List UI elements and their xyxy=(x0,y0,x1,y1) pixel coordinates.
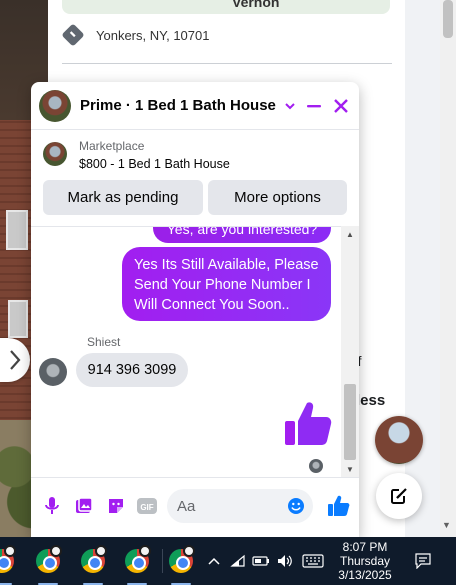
sticker-button[interactable] xyxy=(105,495,127,517)
chevron-down-icon[interactable] xyxy=(284,100,296,112)
close-button[interactable] xyxy=(331,96,351,116)
notification-center-button[interactable] xyxy=(413,551,433,571)
taskbar: 8:07 PM Thursday 3/13/2025 xyxy=(0,537,456,585)
profile-icon xyxy=(139,545,151,557)
chevron-up-icon xyxy=(208,557,220,565)
image-icon xyxy=(76,497,93,513)
location-row: Yonkers, NY, 10701 xyxy=(61,23,210,47)
attach-media-button[interactable] xyxy=(73,495,95,517)
divider xyxy=(62,63,392,64)
marketplace-label: Marketplace xyxy=(79,139,145,153)
wifi-icon xyxy=(230,554,245,567)
profile-icon xyxy=(183,545,195,557)
message-thread: Yes, are you interested? Yes Its Still A… xyxy=(31,226,341,477)
thread-scrollbar-thumb[interactable] xyxy=(344,384,356,460)
marketplace-listing-info[interactable]: Marketplace $800 - 1 Bed 1 Bath House xyxy=(31,130,359,178)
emoji-icon[interactable] xyxy=(287,497,305,515)
clock-day: Thursday xyxy=(339,554,391,568)
gif-button[interactable]: GIF xyxy=(136,495,158,517)
chat-title[interactable]: Prime · 1 Bed 1 Bath House xyxy=(80,97,276,114)
listing-title: $800 - 1 Bed 1 Bath House xyxy=(79,157,230,171)
battery-icon xyxy=(252,556,269,566)
directions-icon xyxy=(61,23,85,47)
seen-indicator-avatar xyxy=(309,459,323,473)
listing-actions: Mark as pending More options xyxy=(31,180,359,218)
profile-icon xyxy=(50,545,62,557)
clock-time: 8:07 PM xyxy=(342,540,388,554)
messenger-chat-window: Prime · 1 Bed 1 Bath House Marketplace $… xyxy=(31,82,359,537)
location-text: Yonkers, NY, 10701 xyxy=(96,27,210,43)
mark-as-pending-button[interactable]: Mark as pending xyxy=(43,180,203,215)
chat-header[interactable]: Prime · 1 Bed 1 Bath House xyxy=(31,82,359,130)
svg-text:GIF: GIF xyxy=(140,503,153,512)
page-scrollbar-thumb[interactable] xyxy=(443,0,453,38)
microphone-icon xyxy=(45,497,59,514)
chrome-taskbar-item[interactable] xyxy=(32,545,64,585)
new-message-icon xyxy=(391,488,407,504)
volume-button[interactable] xyxy=(275,551,295,571)
minimize-icon xyxy=(307,105,321,108)
profile-icon xyxy=(4,545,16,557)
page-scroll-down-icon[interactable]: ▼ xyxy=(442,520,451,530)
thread-scrollbar[interactable]: ▲ ▼ xyxy=(341,226,359,477)
show-hidden-icons-button[interactable] xyxy=(204,551,224,571)
listing-thumbnail xyxy=(43,142,67,166)
page-scrollbar[interactable] xyxy=(440,0,456,537)
chrome-taskbar-item[interactable] xyxy=(0,545,18,585)
profile-icon xyxy=(95,545,107,557)
chevron-right-icon xyxy=(10,350,21,370)
incoming-message[interactable]: 914 396 3099 xyxy=(76,353,188,387)
chrome-taskbar-item[interactable] xyxy=(77,545,109,585)
chat-head-avatar[interactable] xyxy=(375,416,423,464)
taskbar-separator xyxy=(162,549,163,573)
sticker-icon xyxy=(109,499,123,513)
touch-keyboard-button[interactable] xyxy=(302,551,324,571)
clock-date: 3/13/2025 xyxy=(338,568,392,582)
outgoing-message[interactable]: Yes, are you interested? xyxy=(153,227,331,243)
avatar[interactable] xyxy=(39,358,67,386)
chrome-taskbar-item[interactable] xyxy=(165,545,197,585)
chrome-taskbar-item[interactable] xyxy=(121,545,153,585)
wifi-button[interactable] xyxy=(228,551,248,571)
volume-icon xyxy=(278,555,292,567)
system-clock[interactable]: 8:07 PM Thursday 3/13/2025 xyxy=(330,540,400,582)
scroll-down-icon[interactable]: ▼ xyxy=(346,465,354,474)
thumbs-up-icon[interactable] xyxy=(326,494,350,518)
minimize-button[interactable] xyxy=(304,96,324,116)
message-composer: GIF xyxy=(31,477,359,537)
scroll-up-icon[interactable]: ▲ xyxy=(346,230,354,239)
keyboard-icon xyxy=(302,554,324,568)
background-text-fragment: less xyxy=(356,392,386,409)
sender-name: Shiest xyxy=(87,335,121,349)
outgoing-message[interactable]: Yes Its Still Available, Please Send You… xyxy=(122,247,331,321)
photo-window xyxy=(8,300,28,338)
message-input-container[interactable] xyxy=(167,489,313,523)
avatar[interactable] xyxy=(39,89,71,122)
close-icon xyxy=(334,99,348,113)
message-input[interactable] xyxy=(177,489,287,523)
gif-icon: GIF xyxy=(137,498,157,514)
more-options-button[interactable]: More options xyxy=(208,180,347,215)
thumbs-up-icon[interactable] xyxy=(281,397,335,451)
battery-button[interactable] xyxy=(251,551,271,571)
voice-clip-button[interactable] xyxy=(41,495,63,517)
new-message-button[interactable] xyxy=(376,473,422,519)
photo-window xyxy=(6,210,28,250)
map-preview[interactable]: Vernon xyxy=(62,0,390,14)
notification-icon xyxy=(415,553,431,569)
map-label: Vernon xyxy=(232,0,280,10)
